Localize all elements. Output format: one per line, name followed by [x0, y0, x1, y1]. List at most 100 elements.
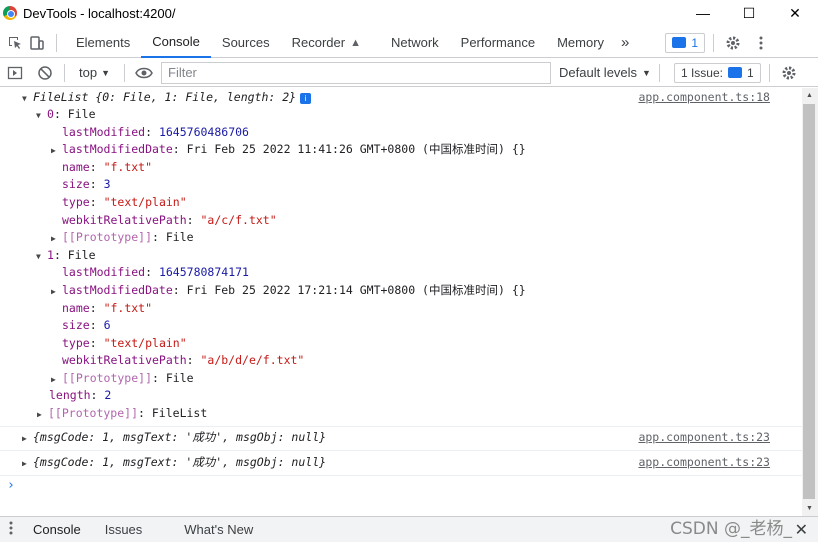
expand-triangle-icon: ▼: [36, 111, 41, 120]
prop-row[interactable]: ▶ lastModifiedDate: Fri Feb 25 2022 17:21…: [51, 282, 526, 299]
minimize-button[interactable]: —: [680, 0, 726, 26]
prototype-row[interactable]: ▶ [[Prototype]]: File: [51, 370, 194, 387]
issues-button[interactable]: 1 Issue: 1: [673, 62, 761, 83]
log-string: '成功': [185, 430, 223, 444]
console-settings-gear-icon[interactable]: [778, 62, 800, 84]
log-text: , msgObj: null}: [222, 430, 327, 444]
log-text: {msgCode: 1, msgText:: [33, 430, 186, 444]
source-link[interactable]: app.component.ts:23: [638, 454, 770, 471]
context-selector[interactable]: top ▼: [73, 65, 116, 80]
console-prompt-icon[interactable]: ›: [7, 478, 15, 493]
filelist-summary[interactable]: ▼ FileList {0: File, 1: File, length: 2} i: [22, 89, 312, 106]
drawer-tab-issues[interactable]: Issues: [93, 522, 155, 537]
settings-gear-icon[interactable]: [722, 32, 744, 54]
prop-row: type: "text/plain": [62, 195, 187, 209]
prototype-row[interactable]: ▶ [[Prototype]]: FileList: [37, 405, 207, 422]
scrollbar-thumb[interactable]: [803, 104, 815, 499]
prop-key: size: [62, 177, 90, 191]
tab-memory[interactable]: Memory: [546, 28, 615, 58]
file-0-node[interactable]: ▼ 0: File: [36, 106, 96, 123]
devtools-tabbar: Elements Console Sources Recorder ▲ Netw…: [0, 28, 818, 58]
prop-value: 2: [104, 388, 112, 402]
log-entry-response-2[interactable]: ▶ {msgCode: 1, msgText: '成功', msgObj: nul…: [22, 454, 326, 471]
scroll-down-arrow-icon[interactable]: ▼: [806, 505, 813, 512]
prop-key: [[Prototype]]: [62, 230, 153, 244]
prop-row: webkitRelativePath: "a/b/d/e/f.txt": [62, 353, 305, 367]
device-toolbar-icon[interactable]: [26, 32, 48, 54]
prop-value: "a/b/d/e/f.txt": [200, 353, 305, 367]
entry-divider: [0, 475, 802, 476]
tab-sources[interactable]: Sources: [211, 28, 281, 58]
prototype-row[interactable]: ▶ [[Prototype]]: File: [51, 229, 194, 246]
close-button[interactable]: ✕: [772, 0, 818, 26]
collapsed-triangle-icon: ▶: [22, 459, 27, 468]
tab-recorder[interactable]: Recorder ▲: [281, 28, 372, 58]
drawer-tab-whats-new[interactable]: What's New: [172, 522, 265, 537]
drawer-tab-console[interactable]: Console: [21, 522, 93, 537]
prop-key: name: [62, 301, 90, 315]
expand-triangle-icon: ▼: [36, 252, 41, 261]
issues-label: 1 Issue:: [680, 65, 723, 80]
collapsed-triangle-icon: ▶: [51, 146, 56, 155]
expand-triangle-icon: ▼: [22, 94, 27, 103]
tab-network[interactable]: Network: [380, 28, 450, 58]
chevron-down-icon: ▼: [642, 67, 651, 78]
context-label: top: [79, 65, 98, 80]
chevron-down-icon: ▼: [101, 67, 110, 78]
toolbar-divider: [658, 63, 660, 82]
prop-key: type: [62, 195, 90, 209]
filter-input[interactable]: [161, 61, 551, 84]
issues-count: 1: [747, 65, 754, 80]
prop-key: webkitRelativePath: [62, 353, 187, 367]
more-options-icon[interactable]: [750, 32, 772, 54]
console-toolbar: top ▼ Default levels ▼ 1 Issue: 1: [0, 59, 818, 87]
prop-key: type: [62, 336, 90, 350]
drawer-menu-icon[interactable]: [9, 521, 13, 538]
file-1-node[interactable]: ▼ 1: File: [36, 247, 96, 264]
prop-row: name: "f.txt": [62, 160, 153, 174]
title-bar: DevTools - localhost:4200/ — ☐ ✕: [0, 0, 818, 26]
prop-row: webkitRelativePath: "a/c/f.txt": [62, 213, 277, 227]
drawer-close-icon[interactable]: ✕: [795, 520, 808, 540]
prop-key: [[Prototype]]: [48, 406, 139, 420]
prop-value: FileList: [151, 406, 208, 420]
prop-key: lastModified: [62, 265, 146, 279]
sidebar-toggle-icon[interactable]: [4, 62, 26, 84]
log-string: '成功': [185, 455, 223, 469]
live-expression-eye-icon[interactable]: [133, 62, 155, 84]
prop-row: size: 3: [62, 177, 111, 191]
prop-row[interactable]: ▶ lastModifiedDate: Fri Feb 25 2022 11:41…: [51, 141, 526, 158]
prop-key: lastModifiedDate: [62, 283, 173, 297]
inspect-element-icon[interactable]: [4, 32, 26, 54]
tab-console[interactable]: Console: [141, 28, 211, 58]
tab-performance[interactable]: Performance: [450, 28, 546, 58]
source-link[interactable]: app.component.ts:23: [638, 429, 770, 446]
prop-value: Fri Feb 25 2022 11:41:26 GMT+0800 (中国标准时…: [186, 142, 526, 156]
prop-value: Fri Feb 25 2022 17:21:14 GMT+0800 (中国标准时…: [186, 283, 526, 297]
message-icon: [672, 37, 687, 48]
collapsed-triangle-icon: ▶: [51, 375, 56, 384]
prop-row: name: "f.txt": [62, 301, 153, 315]
log-entry-response-1[interactable]: ▶ {msgCode: 1, msgText: '成功', msgObj: nul…: [22, 429, 326, 446]
toolbar-divider: [56, 33, 57, 52]
log-levels-dropdown[interactable]: Default levels ▼: [559, 65, 651, 80]
toolbar-divider: [124, 63, 125, 82]
collapsed-triangle-icon: ▶: [37, 410, 42, 419]
scroll-up-arrow-icon[interactable]: ▲: [806, 92, 813, 99]
messages-badge[interactable]: 1: [665, 32, 706, 53]
clear-console-icon[interactable]: [34, 62, 56, 84]
prop-key: size: [62, 318, 90, 332]
source-link[interactable]: app.component.ts:18: [638, 89, 770, 106]
prop-key: lastModified: [62, 125, 146, 139]
more-tabs-button[interactable]: »: [615, 28, 635, 58]
issue-message-icon: [728, 67, 742, 78]
prop-value: 6: [103, 318, 111, 332]
tab-recorder-label: Recorder: [291, 35, 346, 50]
prop-row: lastModified: 1645760486706: [62, 125, 249, 139]
tab-elements[interactable]: Elements: [65, 28, 141, 58]
window-title: DevTools - localhost:4200/: [23, 5, 176, 21]
maximize-button[interactable]: ☐: [726, 0, 772, 26]
toolbar-divider: [64, 63, 65, 82]
filelist-preview: {0: File, 1: File, length: 2}: [88, 90, 297, 104]
toolbar-divider: [768, 63, 770, 82]
